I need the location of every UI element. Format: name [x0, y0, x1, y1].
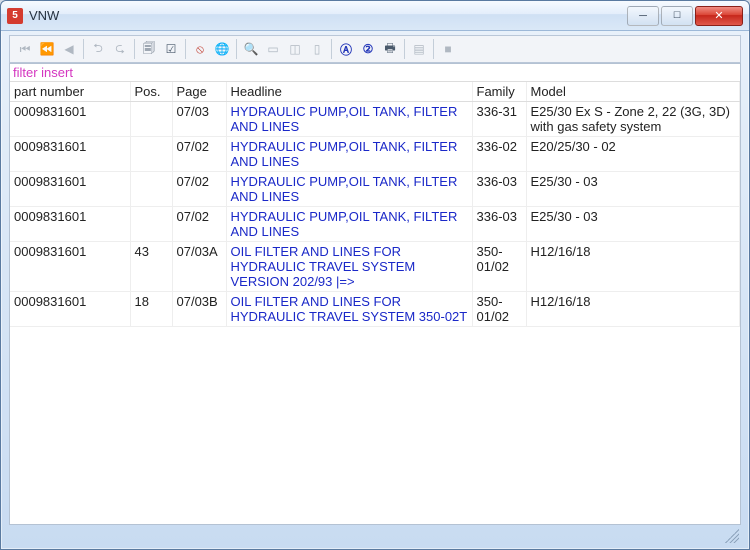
col-family[interactable]: Family: [472, 82, 526, 102]
titlebar[interactable]: 5 VNW ─ ☐ ✕: [1, 1, 749, 31]
cell-part_number: 0009831601: [10, 137, 130, 172]
table-row[interactable]: 00098316014307/03AOIL FILTER AND LINES F…: [10, 242, 740, 292]
a-circle-icon[interactable]: Ⓐ: [335, 38, 357, 60]
toolbar-separator: [185, 39, 186, 59]
no-image-icon[interactable]: ⦸: [189, 38, 211, 60]
page-outline-icon[interactable]: ▯: [306, 38, 328, 60]
cell-model: H12/16/18: [526, 242, 740, 292]
cell-family: 350-01/02: [472, 292, 526, 327]
cell-part_number: 0009831601: [10, 172, 130, 207]
cell-headline[interactable]: HYDRAULIC PUMP,OIL TANK, FILTER AND LINE…: [226, 137, 472, 172]
table-row[interactable]: 0009831601 07/02HYDRAULIC PUMP,OIL TANK, …: [10, 137, 740, 172]
cell-headline[interactable]: HYDRAULIC PUMP,OIL TANK, FILTER AND LINE…: [226, 207, 472, 242]
toolbar-separator: [83, 39, 84, 59]
cell-page: 07/02: [172, 172, 226, 207]
app-icon: 5: [7, 8, 23, 24]
cell-family: 336-31: [472, 102, 526, 137]
table-header-row: part number Pos. Page Headline Family Mo…: [10, 82, 740, 102]
cell-page: 07/03: [172, 102, 226, 137]
jump-forward-icon[interactable]: ⮎: [109, 38, 131, 60]
checklist-icon[interactable]: ☑: [160, 38, 182, 60]
content-area: filter insert part number Pos. Page Head…: [9, 63, 741, 525]
cell-headline[interactable]: HYDRAULIC PUMP,OIL TANK, FILTER AND LINE…: [226, 172, 472, 207]
cell-page: 07/02: [172, 207, 226, 242]
cell-model: E20/25/30 - 02: [526, 137, 740, 172]
page-dual-icon[interactable]: ◫: [284, 38, 306, 60]
toolbar: ⏮ ⏪ ◀ ⮌ ⮎ 🗐 ☑ ⦸ 🌐 🔍 ▭ ◫ ▯ Ⓐ ② 🖶 ▤ ■: [9, 35, 741, 63]
cell-headline[interactable]: OIL FILTER AND LINES FOR HYDRAULIC TRAVE…: [226, 292, 472, 327]
two-circle-icon[interactable]: ②: [357, 38, 379, 60]
window-title: VNW: [29, 8, 627, 23]
cell-model: E25/30 Ex S - Zone 2, 22 (3G, 3D) with g…: [526, 102, 740, 137]
cell-pos: [130, 172, 172, 207]
prev-icon[interactable]: ◀: [58, 38, 80, 60]
jump-back-icon[interactable]: ⮌: [87, 38, 109, 60]
window-controls: ─ ☐ ✕: [627, 6, 743, 26]
prev-page-icon[interactable]: ⏪: [36, 38, 58, 60]
table-row[interactable]: 0009831601 07/03HYDRAULIC PUMP,OIL TANK, …: [10, 102, 740, 137]
cell-part_number: 0009831601: [10, 207, 130, 242]
cell-headline[interactable]: OIL FILTER AND LINES FOR HYDRAULIC TRAVE…: [226, 242, 472, 292]
cell-family: 336-02: [472, 137, 526, 172]
cell-pos: [130, 102, 172, 137]
cell-page: 07/03B: [172, 292, 226, 327]
col-part-number[interactable]: part number: [10, 82, 130, 102]
cell-family: 336-03: [472, 207, 526, 242]
app-window: 5 VNW ─ ☐ ✕ ⏮ ⏪ ◀ ⮌ ⮎ 🗐 ☑ ⦸ 🌐 🔍 ▭ ◫ ▯ Ⓐ …: [0, 0, 750, 550]
cell-page: 07/02: [172, 137, 226, 172]
cell-model: E25/30 - 03: [526, 172, 740, 207]
cell-page: 07/03A: [172, 242, 226, 292]
table-row[interactable]: 0009831601 07/02HYDRAULIC PUMP,OIL TANK, …: [10, 207, 740, 242]
cell-model: H12/16/18: [526, 292, 740, 327]
table-row[interactable]: 00098316011807/03BOIL FILTER AND LINES F…: [10, 292, 740, 327]
col-pos[interactable]: Pos.: [130, 82, 172, 102]
col-model[interactable]: Model: [526, 82, 740, 102]
cell-part_number: 0009831601: [10, 292, 130, 327]
close-button[interactable]: ✕: [695, 6, 743, 26]
cell-model: E25/30 - 03: [526, 207, 740, 242]
toolbar-separator: [433, 39, 434, 59]
resize-grip-icon[interactable]: [725, 529, 739, 543]
cell-family: 350-01/02: [472, 242, 526, 292]
cell-pos: 43: [130, 242, 172, 292]
filter-label: filter insert: [10, 64, 740, 82]
document-icon[interactable]: ▤: [408, 38, 430, 60]
toolbar-separator: [236, 39, 237, 59]
cell-part_number: 0009831601: [10, 242, 130, 292]
toolbar-separator: [134, 39, 135, 59]
table-body: 000983160107/03HYDRAULIC PUMP,OIL TANK, …: [10, 102, 740, 327]
cell-family: 336-03: [472, 172, 526, 207]
statusbar: [9, 529, 741, 545]
col-headline[interactable]: Headline: [226, 82, 472, 102]
zoom-icon[interactable]: 🔍: [240, 38, 262, 60]
cell-pos: [130, 137, 172, 172]
stop-icon[interactable]: ■: [437, 38, 459, 60]
table-row[interactable]: 0009831601 07/02HYDRAULIC PUMP,OIL TANK, …: [10, 172, 740, 207]
page-icon[interactable]: ▭: [262, 38, 284, 60]
first-icon[interactable]: ⏮: [14, 38, 36, 60]
maximize-button[interactable]: ☐: [661, 6, 693, 26]
cell-part_number: 0009831601: [10, 102, 130, 137]
results-table: part number Pos. Page Headline Family Mo…: [10, 82, 740, 327]
cart-icon[interactable]: 🗐: [138, 38, 160, 60]
minimize-button[interactable]: ─: [627, 6, 659, 26]
cell-pos: 18: [130, 292, 172, 327]
cell-headline[interactable]: HYDRAULIC PUMP,OIL TANK, FILTER AND LINE…: [226, 102, 472, 137]
cell-pos: [130, 207, 172, 242]
globe-icon[interactable]: 🌐: [211, 38, 233, 60]
print-icon[interactable]: 🖶: [379, 38, 401, 60]
col-page[interactable]: Page: [172, 82, 226, 102]
toolbar-separator: [331, 39, 332, 59]
toolbar-separator: [404, 39, 405, 59]
